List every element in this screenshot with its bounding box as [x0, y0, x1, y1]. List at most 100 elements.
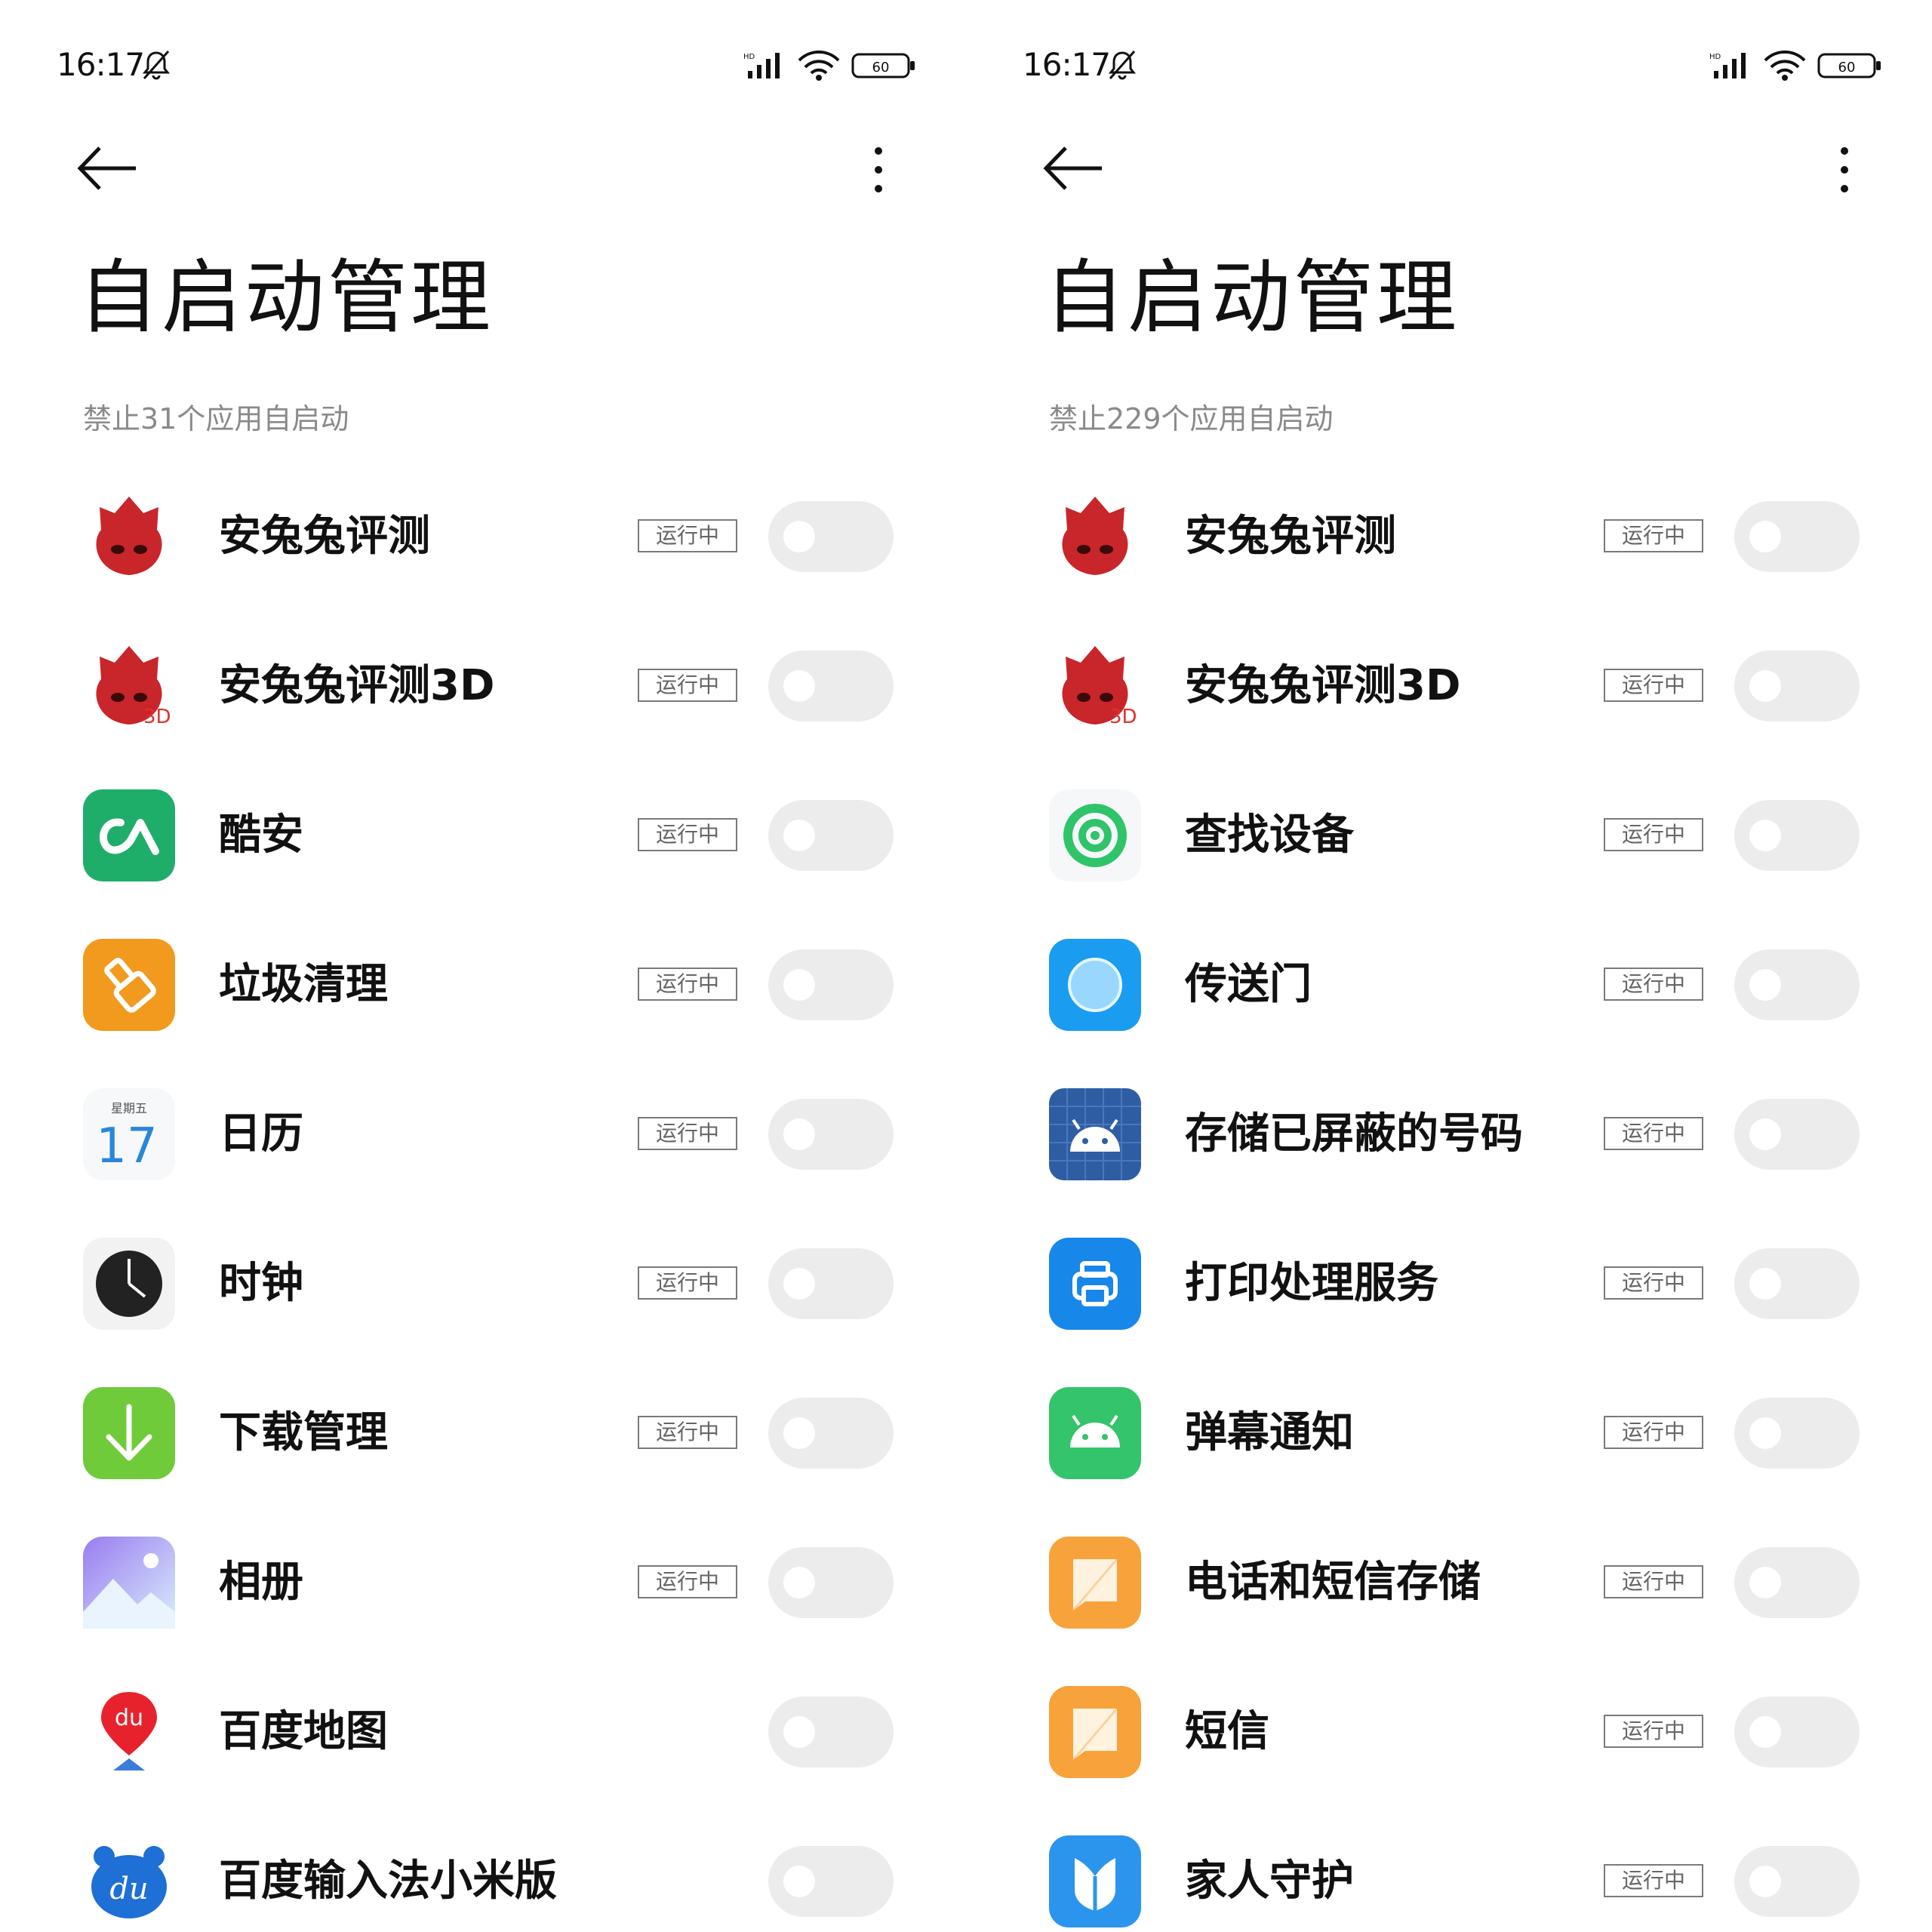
calendar-icon: 星期五 17: [83, 1088, 175, 1180]
back-button[interactable]: [75, 142, 139, 195]
autostart-toggle[interactable]: [1734, 501, 1860, 572]
running-badge: 运行中: [638, 519, 737, 552]
autostart-toggle[interactable]: [1734, 1248, 1860, 1319]
running-badge: 运行中: [1604, 519, 1703, 552]
running-badge: 运行中: [1604, 1117, 1703, 1150]
download-icon: [83, 1387, 175, 1479]
autostart-toggle[interactable]: [768, 651, 894, 721]
wifi-icon: [798, 50, 840, 81]
more-options-icon[interactable]: [860, 143, 897, 196]
autostart-toggle[interactable]: [768, 1846, 894, 1917]
svg-text:du: du: [109, 1872, 148, 1906]
running-badge: 运行中: [638, 968, 737, 1001]
print-icon: [1049, 1238, 1141, 1330]
autostart-toggle[interactable]: [1734, 651, 1860, 721]
app-name: 安兔兔评测3D: [219, 661, 495, 710]
sms-icon: [1049, 1686, 1141, 1778]
autostart-toggle[interactable]: [768, 1547, 894, 1618]
more-options-icon[interactable]: [1826, 143, 1863, 196]
running-badge: 运行中: [1604, 968, 1703, 1001]
svg-text:HD: HD: [743, 53, 755, 61]
running-badge: 运行中: [1604, 1864, 1703, 1897]
app-name: 酷安: [219, 811, 303, 860]
panel-left: 16:17 HD 60 自启动管理 禁止31个应用自启动 安兔兔评测 运行中 3…: [0, 0, 966, 1932]
autostart-toggle[interactable]: [1734, 949, 1860, 1020]
app-row: 3D 安兔兔评测3D 运行中: [966, 611, 1932, 761]
antutu-icon: [96, 497, 162, 575]
toggle-knob: [1749, 1118, 1781, 1150]
autostart-toggle[interactable]: [768, 949, 894, 1020]
toggle-knob: [783, 1417, 815, 1449]
autostart-toggle[interactable]: [768, 1697, 894, 1767]
mute-bell-icon: [142, 51, 171, 80]
app-row: 弹幕通知 运行中: [966, 1358, 1932, 1508]
calendar-weekday: 星期五: [111, 1101, 147, 1115]
android-green-icon: [1049, 1387, 1141, 1479]
portal-icon: [1049, 939, 1141, 1031]
app-name: 家人守护: [1185, 1857, 1354, 1906]
autostart-toggle[interactable]: [1734, 1099, 1860, 1170]
running-badge: 运行中: [1604, 1565, 1703, 1598]
baidu-map-icon: du: [101, 1692, 157, 1770]
gallery-icon: [83, 1537, 175, 1629]
app-name: 短信: [1185, 1707, 1269, 1756]
running-badge: 运行中: [1604, 1416, 1703, 1449]
app-row: 家人守护 运行中: [966, 1807, 1932, 1932]
app-row: 安兔兔评测 运行中: [966, 462, 1932, 611]
message-storage-icon: [1049, 1537, 1141, 1629]
clock-icon: [83, 1238, 175, 1330]
toggle-knob: [1749, 670, 1781, 702]
app-list: 安兔兔评测 运行中 3D 安兔兔评测3D 运行中 酷安 运行中 垃圾清理 运行中…: [0, 462, 966, 1932]
app-row: du 百度地图: [0, 1657, 966, 1807]
android-blocked-icon: [1049, 1088, 1141, 1180]
autostart-toggle[interactable]: [1734, 800, 1860, 871]
autostart-toggle[interactable]: [768, 1248, 894, 1319]
status-time: 16:17: [57, 46, 145, 83]
status-bar: 16:17 HD 60: [0, 42, 966, 88]
autostart-toggle[interactable]: [1734, 1547, 1860, 1618]
autostart-toggle[interactable]: [1734, 1846, 1860, 1917]
app-name: 百度输入法小米版: [219, 1857, 557, 1906]
app-row: 电话和短信存储 运行中: [966, 1508, 1932, 1657]
toggle-knob: [783, 1567, 815, 1598]
status-bar: 16:17 HD 60: [966, 42, 1932, 88]
app-name: 安兔兔评测3D: [1185, 661, 1461, 710]
app-name: 日历: [219, 1109, 303, 1158]
app-row: 3D 安兔兔评测3D 运行中: [0, 611, 966, 761]
app-row: 打印处理服务 运行中: [966, 1209, 1932, 1358]
autostart-toggle[interactable]: [1734, 1697, 1860, 1767]
status-time: 16:17: [1023, 46, 1111, 83]
toggle-knob: [1749, 820, 1781, 851]
app-name: 安兔兔评测: [1185, 512, 1396, 561]
app-row: 短信 运行中: [966, 1657, 1932, 1807]
autostart-toggle[interactable]: [768, 1398, 894, 1469]
autostart-toggle[interactable]: [768, 800, 894, 871]
running-badge: 运行中: [638, 1565, 737, 1598]
antutu-3d-icon: 3D: [96, 646, 171, 728]
autostart-toggle[interactable]: [1734, 1398, 1860, 1469]
baidu-input-icon: du: [91, 1846, 167, 1918]
autostart-toggle[interactable]: [768, 1099, 894, 1170]
toggle-knob: [1749, 969, 1781, 1001]
signal-icon: HD: [743, 53, 780, 78]
toggle-knob: [783, 820, 815, 851]
app-name: 安兔兔评测: [219, 512, 430, 561]
app-name: 下载管理: [219, 1408, 388, 1457]
autostart-toggle[interactable]: [768, 501, 894, 572]
app-row: 下载管理 运行中: [0, 1358, 966, 1508]
app-row: 安兔兔评测 运行中: [0, 462, 966, 611]
app-list: 安兔兔评测 运行中 3D 安兔兔评测3D 运行中 查找设备 运行中 传送门 运行…: [966, 462, 1932, 1932]
running-badge: 运行中: [1604, 1266, 1703, 1300]
calendar-day: 17: [96, 1118, 157, 1174]
back-button[interactable]: [1041, 142, 1105, 195]
toggle-knob: [783, 969, 815, 1001]
battery-icon: 60: [851, 53, 915, 78]
app-row: 存储已屏蔽的号码 运行中: [966, 1060, 1932, 1209]
running-badge: 运行中: [638, 1416, 737, 1449]
toggle-knob: [1749, 1567, 1781, 1598]
app-name: 传送门: [1185, 960, 1312, 1009]
app-row: 垃圾清理 运行中: [0, 910, 966, 1060]
running-badge: 运行中: [638, 1117, 737, 1150]
toggle-knob: [783, 670, 815, 702]
family-guard-icon: [1049, 1835, 1141, 1927]
